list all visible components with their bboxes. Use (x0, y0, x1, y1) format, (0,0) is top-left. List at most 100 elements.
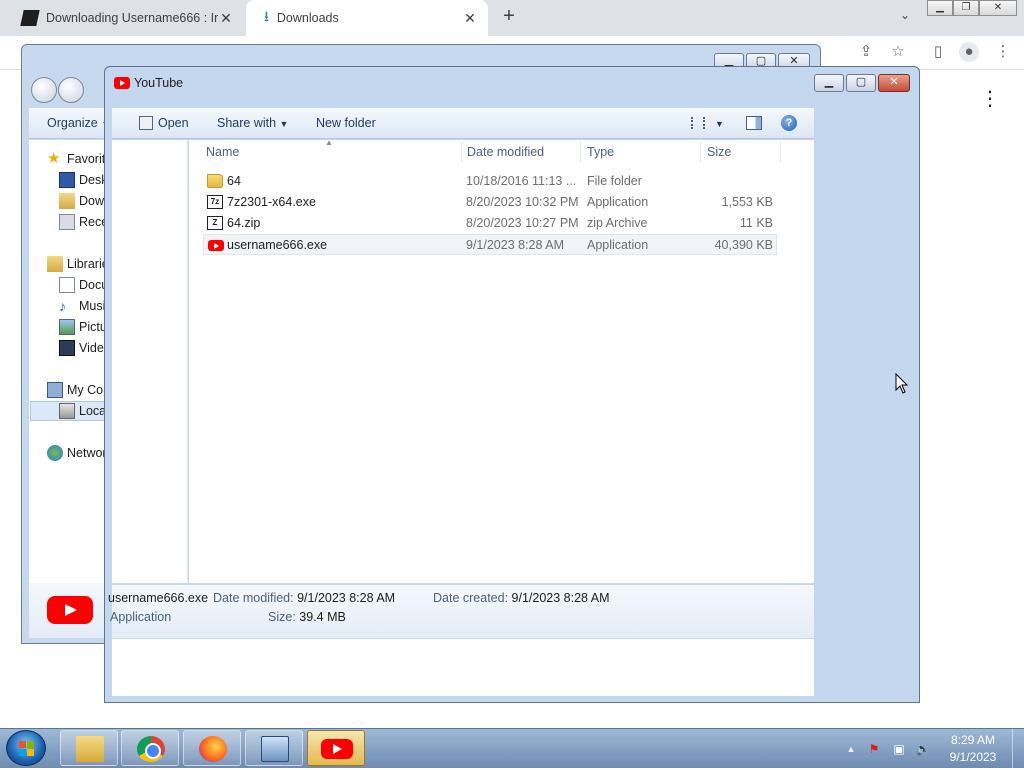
tab-title: Downloads (276, 11, 339, 25)
preview-pane-icon[interactable] (746, 116, 762, 130)
recent-places-icon (59, 214, 75, 230)
file-name: 64 (227, 174, 241, 188)
zip-icon: Z (207, 216, 223, 230)
profile-avatar-icon[interactable]: ● (959, 42, 979, 62)
documents-icon (59, 277, 75, 293)
pictures-icon (59, 319, 75, 335)
details-filename: username666.exe (108, 591, 209, 605)
file-size: 11 KB (739, 216, 773, 230)
details-label: Date modified: (213, 591, 294, 605)
computer-icon (47, 382, 63, 398)
youtube-icon (321, 739, 353, 759)
new-tab-button[interactable]: + (498, 6, 520, 28)
column-divider[interactable] (580, 142, 581, 162)
file-row[interactable]: 64 10/18/2016 11:13 ... File folder (203, 171, 777, 192)
youtube-icon (47, 596, 93, 624)
bookmark-star-icon[interactable]: ☆ (888, 42, 908, 62)
tab-title: Downloading Username666 : Inte (46, 11, 218, 25)
view-options-icon[interactable] (691, 117, 705, 129)
minimize-button[interactable]: ▁ (927, 0, 953, 16)
windows-logo-icon (19, 741, 34, 756)
column-header-date-modified[interactable]: Date modified (467, 145, 544, 159)
network-status-icon[interactable]: ▣ (891, 741, 907, 757)
open-icon (139, 116, 153, 130)
taskbar-firefox-button[interactable] (183, 730, 241, 766)
show-desktop-button[interactable] (1012, 729, 1024, 768)
file-type: File folder (587, 174, 642, 188)
network-icon (47, 445, 63, 461)
taskbar-chrome-button[interactable] (121, 730, 179, 766)
file-name: username666.exe (227, 238, 328, 252)
file-row[interactable]: Z 64.zip 8/20/2023 10:27 PM zip Archive … (203, 213, 777, 234)
minimize-button[interactable]: ▁ (814, 74, 844, 92)
file-row[interactable]: 7z 7z2301-x64.exe 8/20/2023 10:32 PM App… (203, 192, 777, 213)
organize-menu[interactable]: Organize ▼ (47, 116, 110, 130)
maximize-button[interactable]: ▢ (846, 74, 876, 92)
column-header-size[interactable]: Size (707, 145, 731, 159)
restore-button[interactable]: ❐ (953, 0, 979, 16)
file-date: 10/18/2016 11:13 ... (466, 174, 577, 188)
file-date: 9/1/2023 8:28 AM (466, 238, 564, 252)
tab-close-icon[interactable]: ✕ (218, 10, 234, 27)
close-window-button[interactable]: ✕ (979, 0, 1017, 16)
share-icon[interactable]: ⇪ (856, 42, 876, 62)
address-bar-edge (110, 92, 810, 100)
details-value: 39.4 MB (299, 610, 346, 624)
tray-expand-chevron-icon[interactable]: ▲ (843, 741, 859, 757)
column-header-type[interactable]: Type (587, 145, 614, 159)
new-folder-button[interactable]: New folder (316, 116, 376, 130)
column-divider[interactable] (700, 142, 701, 162)
open-button[interactable]: Open (158, 116, 189, 130)
site-favicon-icon (20, 10, 40, 26)
window-bottom-area (112, 639, 814, 696)
back-nav-forward-icon[interactable] (58, 77, 84, 103)
tab-downloading-username666[interactable]: Downloading Username666 : Inte ✕ (4, 0, 244, 36)
view-options-chevron-icon[interactable]: ▼ (715, 116, 724, 130)
side-panel-icon[interactable]: ▯ (928, 42, 948, 62)
tab-close-icon[interactable]: ✕ (462, 10, 478, 27)
help-icon[interactable]: ? (781, 115, 797, 131)
file-size: 1,553 KB (721, 195, 773, 209)
file-name: 64.zip (227, 216, 261, 230)
details-label: Size: (268, 610, 296, 624)
music-note-icon: ♪ (59, 298, 66, 314)
close-button[interactable]: ✕ (878, 74, 910, 92)
folder-icon (207, 174, 223, 188)
folder-icon (76, 736, 104, 762)
taskbar-youtube-button[interactable] (307, 730, 365, 766)
file-row-selected[interactable]: username666.exe 9/1/2023 8:28 AM Applica… (203, 234, 777, 255)
details-date-created: Date created: 9/1/2023 8:28 AM (433, 591, 610, 605)
hard-disk-icon (59, 403, 75, 419)
file-type: Application (587, 195, 649, 209)
action-center-flag-icon[interactable]: ⚑ (866, 741, 882, 757)
clock-date[interactable]: 9/1/2023 (938, 750, 1008, 764)
details-size: Size: 39.4 MB (268, 610, 346, 624)
column-divider[interactable] (780, 142, 781, 162)
volume-muted-icon[interactable]: 🔈 (915, 741, 931, 757)
clock-time[interactable]: 8:29 AM (938, 733, 1008, 747)
organize-label: Organize (47, 116, 98, 130)
tab-search-chevron-icon[interactable]: ⌄ (896, 8, 914, 26)
control-panel-icon (261, 736, 289, 762)
tab-downloads[interactable]: ⭳ Downloads ✕ (246, 0, 488, 36)
share-with-button[interactable]: Share with ▼ (217, 116, 288, 130)
taskbar-control-panel-button[interactable] (245, 730, 303, 766)
browser-menu-icon[interactable]: ⋮ (993, 42, 1013, 62)
share-with-label: Share with (217, 116, 277, 130)
taskbar-explorer-button[interactable] (60, 730, 118, 766)
front-navigation-pane (112, 140, 188, 583)
file-type: Application (587, 238, 649, 252)
youtube-icon (208, 240, 224, 251)
downloads-menu-icon[interactable]: ⋮ (980, 88, 1000, 112)
column-header-name[interactable]: Name (206, 145, 239, 159)
youtube-icon (114, 77, 130, 89)
details-date-modified: Date modified: 9/1/2023 8:28 AM (213, 591, 395, 605)
column-divider[interactable] (461, 142, 462, 162)
file-date: 8/20/2023 10:32 PM (466, 195, 579, 209)
file-name: 7z2301-x64.exe (227, 195, 316, 209)
file-type: zip Archive (587, 216, 648, 230)
details-label: Date created: (433, 591, 509, 605)
download-icon: ⭳ (264, 8, 269, 24)
back-nav-back-icon[interactable] (31, 77, 57, 103)
start-button[interactable] (6, 730, 46, 766)
